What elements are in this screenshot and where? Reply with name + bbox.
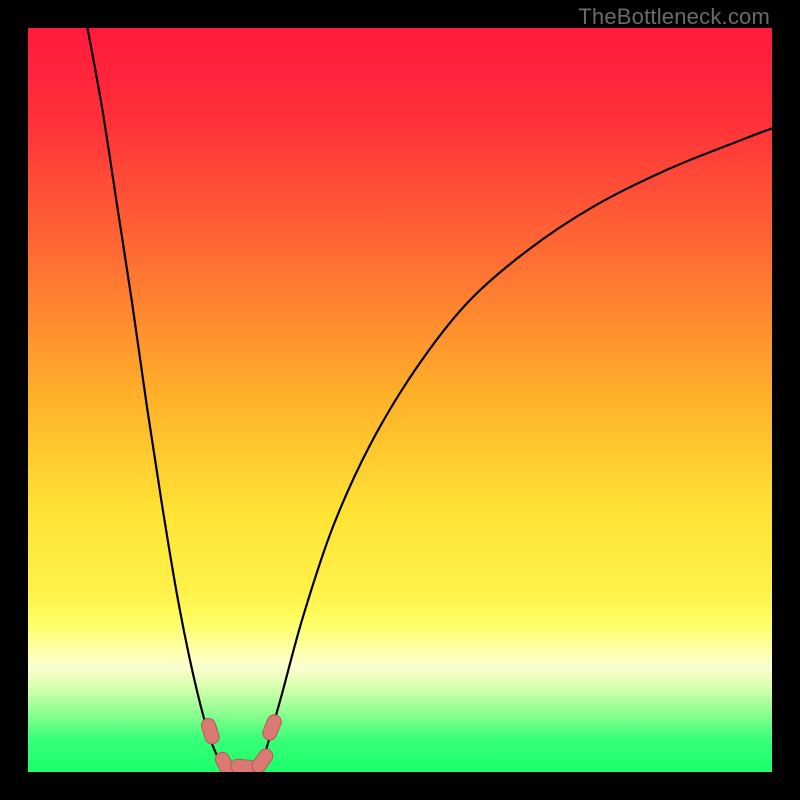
marker-right-upper [261,713,284,742]
marker-left-upper [200,717,221,746]
bottleneck-curve-right [259,128,772,772]
plot-area [28,28,772,772]
marker-right-lower [249,746,275,772]
markers-group [200,713,284,772]
watermark-text: TheBottleneck.com [578,4,770,30]
bottleneck-curve-left [88,28,229,772]
curves-layer [28,28,772,772]
chart-frame: TheBottleneck.com [0,0,800,800]
